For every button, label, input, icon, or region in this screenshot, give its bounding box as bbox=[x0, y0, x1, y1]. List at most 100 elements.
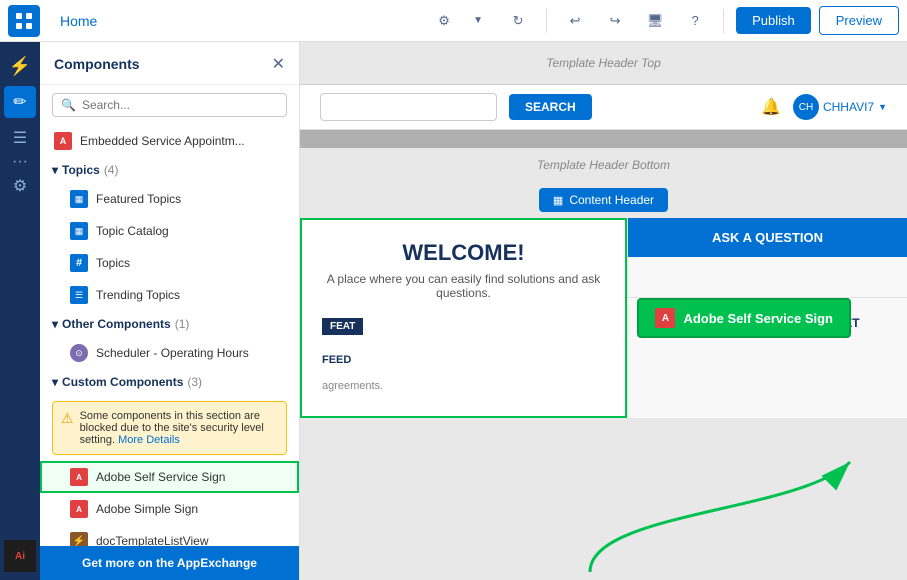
list-item[interactable]: ⊙ Scheduler - Operating Hours bbox=[40, 337, 299, 369]
list-item[interactable]: A Adobe Simple Sign bbox=[40, 493, 299, 525]
section-custom[interactable]: ▾ Custom Components (3) bbox=[40, 369, 299, 395]
panel-title: Components bbox=[54, 56, 140, 72]
drag-arrow bbox=[500, 432, 880, 580]
grid-icon: ▦ bbox=[70, 222, 88, 240]
publish-button[interactable]: Publish bbox=[736, 7, 811, 34]
section-count: (4) bbox=[104, 163, 119, 177]
more-details-link[interactable]: More Details bbox=[118, 434, 180, 446]
item-label: Featured Topics bbox=[96, 192, 181, 206]
refresh-icon[interactable]: ↻ bbox=[502, 5, 534, 37]
list-icon: ☰ bbox=[70, 286, 88, 304]
chevron-down-icon: ▾ bbox=[52, 375, 58, 389]
settings-dropdown-icon[interactable]: ▼ bbox=[462, 5, 494, 37]
search-input[interactable] bbox=[82, 98, 278, 112]
undo-icon[interactable]: ↩ bbox=[559, 5, 591, 37]
dropdown-arrow-icon[interactable]: ▼ bbox=[878, 102, 887, 112]
app-launcher-icon[interactable] bbox=[8, 5, 40, 37]
item-label: Adobe Simple Sign bbox=[96, 502, 198, 516]
warning-icon: ⚠ bbox=[61, 410, 74, 446]
template-header-bottom: Template Header Bottom bbox=[300, 148, 907, 182]
site-header: SEARCH 🔔 CH CHHAVI7 ▼ bbox=[300, 85, 907, 130]
adobe-drag-icon: A bbox=[655, 308, 675, 328]
search-input-wrap: 🔍 bbox=[52, 93, 287, 117]
feed-section: FEED bbox=[302, 343, 625, 374]
grid-icon: ▦ bbox=[70, 190, 88, 208]
sidebar-dots: ··· bbox=[4, 158, 36, 166]
redo-icon[interactable]: ↪ bbox=[599, 5, 631, 37]
main-layout: ⚡ ✏ ☰ ··· ⚙ Ai Components ✕ 🔍 A Embedded… bbox=[0, 42, 907, 580]
site-search-input[interactable] bbox=[320, 93, 497, 121]
sidebar-icon-pencil[interactable]: ✏ bbox=[4, 86, 36, 118]
content-header-icon: ▦ bbox=[553, 194, 563, 207]
welcome-subtitle: A place where you can easily find soluti… bbox=[322, 272, 605, 300]
warning-text: Some components in this section are bloc… bbox=[80, 410, 278, 446]
item-label: Topics bbox=[96, 256, 130, 270]
template-header-top: Template Header Top bbox=[300, 42, 907, 85]
sidebar-icon-list[interactable]: ☰ bbox=[4, 122, 36, 154]
sidebar-icon-gear[interactable]: ⚙ bbox=[4, 170, 36, 202]
feat-label: FEAT bbox=[322, 318, 363, 335]
home-tab[interactable]: Home bbox=[48, 13, 109, 29]
close-button[interactable]: ✕ bbox=[272, 54, 285, 74]
sidebar-icon-lightning[interactable]: ⚡ bbox=[4, 50, 36, 82]
bell-icon[interactable]: 🔔 bbox=[761, 97, 781, 117]
hash-icon: # bbox=[70, 254, 88, 272]
adobe-self-service-sign-item[interactable]: A Adobe Self Service Sign bbox=[40, 461, 299, 493]
section-other[interactable]: ▾ Other Components (1) bbox=[40, 311, 299, 337]
components-panel: Components ✕ 🔍 A Embedded Service Appoin… bbox=[40, 42, 300, 580]
bolt-icon: ⚡ bbox=[70, 532, 88, 546]
list-item[interactable]: ▦ Featured Topics bbox=[40, 183, 299, 215]
adobe-sign-drag-overlay: A Adobe Self Service Sign bbox=[637, 298, 851, 338]
section-label: Custom Components bbox=[62, 375, 183, 389]
settings-group: ⚙ ▼ bbox=[428, 5, 494, 37]
appexchange-button[interactable]: Get more on the AppExchange bbox=[40, 546, 299, 580]
list-item[interactable]: ☰ Trending Topics bbox=[40, 279, 299, 311]
chevron-down-icon: ▾ bbox=[52, 317, 58, 331]
item-label: Scheduler - Operating Hours bbox=[96, 346, 249, 360]
welcome-title: WELCOME! bbox=[322, 240, 605, 266]
site-search-button[interactable]: SEARCH bbox=[509, 94, 592, 120]
embedded-icon: A bbox=[54, 132, 72, 150]
item-label: Topic Catalog bbox=[96, 224, 169, 238]
preview-button[interactable]: Preview bbox=[819, 6, 899, 35]
list-item[interactable]: A Embedded Service Appointm... bbox=[40, 125, 299, 157]
panel-header: Components ✕ bbox=[40, 42, 299, 85]
canvas-area: Template Header Top SEARCH 🔔 CH CHHAVI7 … bbox=[300, 42, 907, 580]
adobe-sign-overlay-label: Adobe Self Service Sign bbox=[683, 311, 833, 326]
settings-icon[interactable]: ⚙ bbox=[428, 5, 460, 37]
content-header-bar: ▦ Content Header bbox=[300, 182, 907, 218]
avatar: CH bbox=[793, 94, 819, 120]
agreements-text: agreements. bbox=[302, 374, 625, 398]
section-label: Other Components bbox=[62, 317, 171, 331]
adobe-icon: A bbox=[70, 468, 88, 486]
clock-icon: ⊙ bbox=[70, 344, 88, 362]
ask-question-button[interactable]: ASK A QUESTION bbox=[628, 218, 907, 257]
section-topics[interactable]: ▾ Topics (4) bbox=[40, 157, 299, 183]
gray-band bbox=[300, 130, 907, 148]
search-icon: 🔍 bbox=[61, 98, 76, 112]
panel-scroll: A Embedded Service Appointm... ▾ Topics … bbox=[40, 125, 299, 546]
list-item[interactable]: # Topics bbox=[40, 247, 299, 279]
section-count: (1) bbox=[175, 317, 190, 331]
user-avatar-group[interactable]: CH CHHAVI7 ▼ bbox=[793, 94, 887, 120]
user-name: CHHAVI7 bbox=[823, 100, 874, 114]
sidebar-icons: ⚡ ✏ ☰ ··· ⚙ Ai bbox=[0, 42, 40, 580]
chevron-down-icon: ▾ bbox=[52, 163, 58, 177]
feed-label: FEED bbox=[322, 354, 351, 366]
item-label: Adobe Self Service Sign bbox=[96, 470, 225, 484]
list-item[interactable]: ⚡ docTemplateListView bbox=[40, 525, 299, 546]
search-box: 🔍 bbox=[40, 85, 299, 125]
help-icon[interactable]: ? bbox=[679, 5, 711, 37]
sidebar-icon-adobe[interactable]: Ai bbox=[4, 540, 36, 572]
content-header-button[interactable]: ▦ Content Header bbox=[539, 188, 668, 212]
divider bbox=[546, 9, 547, 33]
desktop-icon[interactable]: 🖥 bbox=[639, 5, 671, 37]
list-item[interactable]: ▦ Topic Catalog bbox=[40, 215, 299, 247]
divider2 bbox=[723, 9, 724, 33]
item-label: docTemplateListView bbox=[96, 534, 209, 546]
warning-box: ⚠ Some components in this section are bl… bbox=[52, 401, 287, 455]
welcome-section: WELCOME! A place where you can easily fi… bbox=[302, 220, 625, 310]
section-count: (3) bbox=[187, 375, 202, 389]
content-left: WELCOME! A place where you can easily fi… bbox=[300, 218, 627, 418]
item-label: Embedded Service Appointm... bbox=[80, 134, 245, 148]
